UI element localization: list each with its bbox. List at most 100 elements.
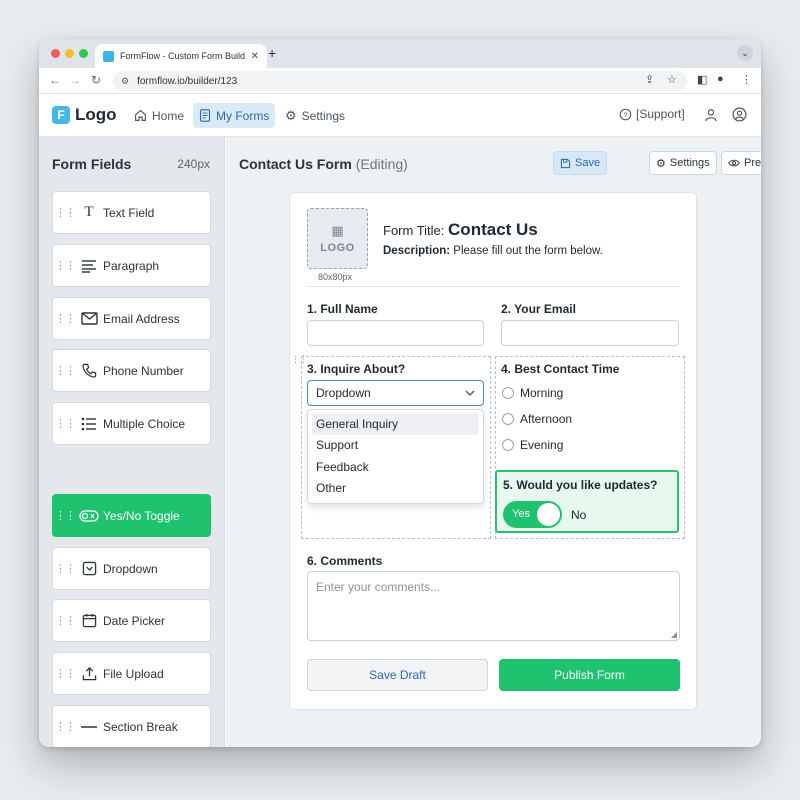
publish-form-button[interactable]: Publish Form (499, 659, 680, 691)
radio-label: Morning (520, 386, 564, 400)
logo-mark-icon[interactable]: F (52, 106, 70, 124)
maximize-window-button[interactable] (79, 49, 88, 58)
bookmark-star-icon[interactable]: ☆ (667, 73, 677, 86)
dropdown-option[interactable]: Support (312, 435, 479, 457)
chevron-down-icon (465, 390, 475, 396)
dropdown-option[interactable]: Other (312, 478, 479, 500)
drag-handle-icon[interactable]: ⋮⋮ (53, 259, 77, 272)
drag-handle-icon[interactable]: ⋮⋮ (53, 509, 77, 522)
form-description[interactable]: Description: Please fill out the form be… (383, 245, 603, 257)
field-item-paragraph[interactable]: ⋮⋮ Paragraph (52, 244, 211, 287)
logo-placeholder-text: LOGO (320, 242, 355, 254)
dropdown-menu: General Inquiry Support Feedback Other (307, 409, 484, 504)
tab-bar: FormFlow - Custom Form Builder ✕ + ⌄ (39, 39, 761, 68)
tab-search-icon[interactable]: ⌄ (737, 45, 753, 61)
favicon-icon (103, 50, 114, 62)
save-button[interactable]: Save (553, 151, 608, 175)
back-icon[interactable]: ← (49, 73, 61, 87)
field-label: Date Picker (103, 613, 166, 628)
radio-button[interactable] (502, 413, 514, 425)
sidepanel-icon[interactable]: ◧ (697, 73, 707, 86)
inquire-dropdown[interactable]: Dropdown (307, 380, 484, 406)
radio-evening[interactable]: Evening (502, 438, 563, 452)
field-item-date-picker[interactable]: ⋮⋮ Date Picker (52, 599, 211, 642)
form-name: Contact Us Form (239, 156, 352, 172)
question-block-updates[interactable]: 5. Would you like updates? Yes No (495, 470, 679, 533)
eye-icon (728, 159, 740, 167)
support-link[interactable]: ? [Support] (619, 107, 685, 121)
form-title[interactable]: Form Title: Contact Us (383, 220, 538, 240)
forward-icon[interactable]: → (69, 73, 81, 87)
drag-handle-icon[interactable]: ⋮⋮ (53, 312, 77, 325)
mail-icon (77, 312, 101, 325)
field-item-section-break[interactable]: ⋮⋮ Section Break (52, 705, 211, 747)
field-label: File Upload (103, 666, 164, 681)
dropdown-option[interactable]: Feedback (312, 456, 479, 478)
nav-settings[interactable]: ⚙ Settings (279, 103, 351, 128)
full-name-label: 1. Full Name (307, 302, 378, 316)
upload-icon (77, 666, 101, 681)
logo-size-label: 80x80px (318, 272, 353, 282)
home-icon (135, 109, 146, 121)
drag-handle-icon[interactable]: ⋮⋮ (53, 562, 77, 575)
field-item-multiple-choice[interactable]: ⋮⋮ Multiple Choice (52, 402, 211, 445)
share-icon[interactable]: ⇪ (645, 73, 654, 86)
reload-icon[interactable]: ↻ (91, 73, 101, 87)
nav-home[interactable]: Home (128, 103, 190, 128)
drag-handle-icon[interactable]: ⋮⋮ (53, 720, 77, 733)
field-item-file-upload[interactable]: ⋮⋮ File Upload (52, 652, 211, 695)
close-window-button[interactable] (51, 49, 60, 58)
nav-home-label: Home (152, 108, 185, 123)
logo-text[interactable]: Logo (75, 105, 117, 125)
radio-button[interactable] (502, 439, 514, 451)
field-item-email-address[interactable]: ⋮⋮ Email Address (52, 297, 211, 340)
logo-placeholder[interactable]: ▦ LOGO (307, 208, 368, 269)
browser-tab[interactable]: FormFlow - Custom Form Builder ✕ (95, 44, 267, 68)
drag-handle-icon[interactable]: ⋮⋮ (53, 417, 77, 430)
field-item-dropdown[interactable]: ⋮⋮ Dropdown (52, 547, 211, 590)
drag-handle-icon[interactable]: ⋮⋮ (53, 206, 77, 219)
settings-button[interactable]: ⚙ Settings (649, 151, 717, 175)
image-icon: ▦ (331, 223, 344, 238)
dropdown-option[interactable]: General Inquiry (312, 413, 479, 435)
inquire-label: 3. Inquire About? (307, 362, 406, 376)
field-label: Text Field (103, 205, 155, 220)
updates-toggle[interactable]: Yes (503, 501, 562, 528)
kebab-menu-icon[interactable]: ⋮ (741, 73, 752, 86)
save-draft-button[interactable]: Save Draft (307, 659, 488, 691)
support-label: [Support] (636, 107, 685, 121)
field-item-phone-number[interactable]: ⋮⋮ Phone Number (52, 349, 211, 392)
nav-my-forms-label: My Forms (216, 108, 270, 123)
resize-handle-icon[interactable]: ◢ (671, 630, 677, 639)
save-label: Save (575, 157, 601, 169)
form-editor: Contact Us Form (Editing) Save ⚙ Setting… (226, 137, 761, 747)
full-name-input[interactable] (307, 320, 484, 346)
url-field[interactable]: ⚙ formflow.io/builder/123 (113, 71, 687, 91)
field-item-yes-no-toggle[interactable]: ⋮⋮ Yes/No Toggle (52, 494, 211, 537)
radio-morning[interactable]: Morning (502, 386, 563, 400)
divider (307, 286, 680, 287)
drag-handle-icon[interactable]: ⋮⋮ (291, 354, 308, 365)
form-description-value: Please fill out the form below. (453, 245, 603, 257)
editing-status: (Editing) (355, 156, 408, 172)
field-item-text-field[interactable]: ⋮⋮ T Text Field (52, 191, 211, 234)
drag-handle-icon[interactable]: ⋮⋮ (53, 364, 77, 377)
drag-handle-icon[interactable]: ⋮⋮ (53, 667, 77, 680)
minimize-window-button[interactable] (65, 49, 74, 58)
preview-label: Preview (744, 157, 761, 169)
user-icon[interactable] (704, 108, 718, 122)
email-input[interactable] (501, 320, 679, 346)
profile-icon[interactable]: ● (717, 73, 724, 85)
nav-my-forms[interactable]: My Forms (193, 103, 276, 128)
page-title: Contact Us Form (Editing) (239, 156, 408, 172)
tab-close-icon[interactable]: ✕ (251, 51, 259, 62)
site-info-icon[interactable]: ⚙ (121, 76, 129, 87)
new-tab-icon[interactable]: + (268, 45, 276, 61)
drag-handle-icon[interactable]: ⋮⋮ (53, 614, 77, 627)
comments-textarea[interactable]: Enter your comments... ◢ (307, 571, 680, 641)
preview-button[interactable]: Preview (721, 151, 761, 175)
account-circle-icon[interactable] (732, 107, 747, 122)
email-label: 2. Your Email (501, 302, 576, 316)
radio-button[interactable] (502, 387, 514, 399)
radio-afternoon[interactable]: Afternoon (502, 412, 572, 426)
